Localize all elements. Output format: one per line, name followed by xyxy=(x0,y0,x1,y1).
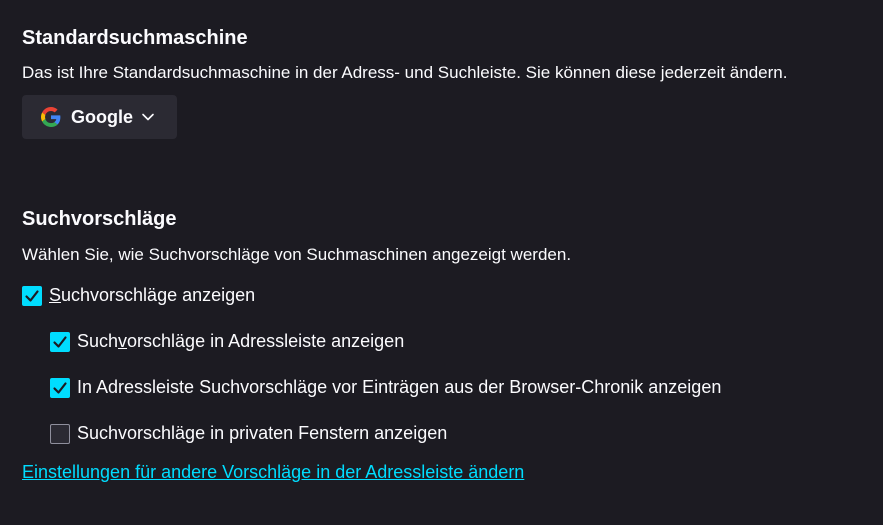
default-engine-description: Das ist Ihre Standardsuchmaschine in der… xyxy=(22,63,788,82)
default-engine-heading: Standardsuchmaschine xyxy=(22,27,248,49)
suggestions-before-history-checkbox[interactable] xyxy=(50,377,70,398)
suggestions-before-history-option[interactable]: In Adressleiste Suchvorschläge vor Eintr… xyxy=(50,377,721,398)
private-windows-suggestions-checkbox[interactable] xyxy=(50,423,70,444)
show-suggestions-label: Suchvorschläge anzeigen xyxy=(49,285,256,305)
suggestions-before-history-label: In Adressleiste Suchvorschläge vor Eintr… xyxy=(77,377,722,397)
default-engine-dropdown[interactable]: Google xyxy=(22,95,177,139)
urlbar-suggestions-checkbox[interactable] xyxy=(50,331,70,352)
suggestions-heading: Suchvorschläge xyxy=(22,208,177,230)
other-suggestions-settings-link[interactable]: Einstellungen für andere Vorschläge in d… xyxy=(22,462,524,483)
private-windows-suggestions-label: Suchvorschläge in privaten Fenstern anze… xyxy=(77,423,448,443)
show-suggestions-checkbox[interactable] xyxy=(22,285,42,306)
google-logo-icon xyxy=(41,107,61,127)
chevron-down-icon xyxy=(141,110,155,124)
show-suggestions-option[interactable]: Suchvorschläge anzeigen xyxy=(22,285,255,306)
search-preferences-page: Standardsuchmaschine Das ist Ihre Standa… xyxy=(0,0,883,525)
suggestions-description: Wählen Sie, wie Suchvorschläge von Suchm… xyxy=(22,245,572,264)
urlbar-suggestions-label: Suchvorschläge in Adressleiste anzeigen xyxy=(77,331,405,351)
private-windows-suggestions-option[interactable]: Suchvorschläge in privaten Fenstern anze… xyxy=(50,423,447,444)
selected-engine-label: Google xyxy=(71,106,133,127)
urlbar-suggestions-option[interactable]: Suchvorschläge in Adressleiste anzeigen xyxy=(50,331,404,352)
